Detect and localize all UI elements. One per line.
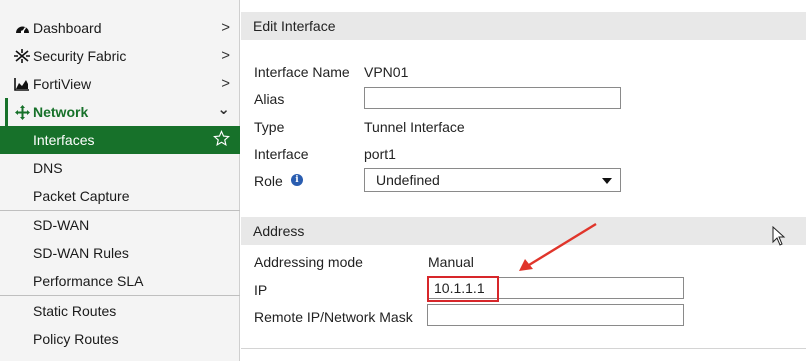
interface-value: port1 <box>364 146 396 162</box>
sidebar-item-label: Policy Routes <box>33 331 119 347</box>
remote-ip-input[interactable] <box>427 304 684 326</box>
edit-interface-panel: Edit Interface Interface Name VPN01 Alia… <box>241 0 806 361</box>
sidebar-item-dashboard[interactable]: Dashboard > <box>0 14 240 42</box>
role-label: Role <box>254 173 283 189</box>
addressing-mode-value: Manual <box>428 254 474 270</box>
annotation-arrow-icon <box>519 222 597 271</box>
sidebar-item-label: SD-WAN Rules <box>33 245 129 261</box>
type-value: Tunnel Interface <box>364 119 465 135</box>
sidebar-item-network[interactable]: Network ⌄ <box>0 98 240 126</box>
chevron-right-icon: > <box>221 19 230 36</box>
sidebar: Dashboard > Security Fabric > FortiView … <box>0 0 240 361</box>
sidebar-divider <box>0 295 240 296</box>
chevron-right-icon: > <box>221 75 230 92</box>
sidebar-item-interfaces[interactable]: Interfaces <box>0 126 240 154</box>
star-icon[interactable] <box>213 130 230 150</box>
sidebar-item-label: Static Routes <box>33 303 117 319</box>
addressing-mode-label: Addressing mode <box>254 254 363 270</box>
ip-highlight-box <box>427 276 499 302</box>
sidebar-item-label: FortiView <box>33 76 92 92</box>
section-title: Edit Interface <box>253 18 336 34</box>
section-title: Address <box>253 223 305 239</box>
interface-name-label: Interface Name <box>254 64 350 80</box>
sidebar-item-dns[interactable]: DNS <box>0 154 240 182</box>
caret-down-icon <box>602 178 612 184</box>
sidebar-item-performance-sla[interactable]: Performance SLA <box>0 267 240 295</box>
role-select-value: Undefined <box>376 172 440 188</box>
sidebar-item-label: Performance SLA <box>33 273 144 289</box>
sidebar-item-fortiview[interactable]: FortiView > <box>0 70 240 98</box>
ip-label: IP <box>254 282 268 298</box>
network-icon <box>12 104 32 120</box>
sidebar-item-label: SD-WAN <box>33 217 90 233</box>
sidebar-item-label: Dashboard <box>33 20 102 36</box>
sidebar-item-static-routes[interactable]: Static Routes <box>0 297 240 325</box>
sidebar-item-policy-routes[interactable]: Policy Routes <box>0 325 240 353</box>
remote-ip-label: Remote IP/Network Mask <box>254 309 413 325</box>
mouse-cursor-icon <box>772 226 786 246</box>
sidebar-item-security-fabric[interactable]: Security Fabric > <box>0 42 240 70</box>
info-icon[interactable]: i <box>291 174 303 186</box>
edit-interface-header: Edit Interface <box>241 12 806 40</box>
alias-input[interactable] <box>364 87 621 109</box>
sidebar-item-sd-wan[interactable]: SD-WAN <box>0 211 240 239</box>
type-label: Type <box>254 119 285 135</box>
sidebar-item-label: Security Fabric <box>33 48 127 64</box>
sidebar-item-label: DNS <box>33 160 63 176</box>
interface-name-value: VPN01 <box>364 64 409 80</box>
interface-label: Interface <box>254 146 309 162</box>
sidebar-item-sd-wan-rules[interactable]: SD-WAN Rules <box>0 239 240 267</box>
dashboard-icon <box>12 22 32 35</box>
sidebar-item-label: Packet Capture <box>33 188 130 204</box>
alias-label: Alias <box>254 91 285 107</box>
role-select[interactable]: Undefined <box>364 168 621 192</box>
chevron-right-icon: > <box>221 47 230 64</box>
section-divider <box>241 348 806 349</box>
security-fabric-icon <box>12 49 32 63</box>
fortiview-icon <box>12 77 32 91</box>
sidebar-item-label: Interfaces <box>33 132 95 148</box>
sidebar-item-label: Network <box>33 104 89 120</box>
sidebar-item-packet-capture[interactable]: Packet Capture <box>0 182 240 210</box>
chevron-down-icon: ⌄ <box>217 101 230 118</box>
